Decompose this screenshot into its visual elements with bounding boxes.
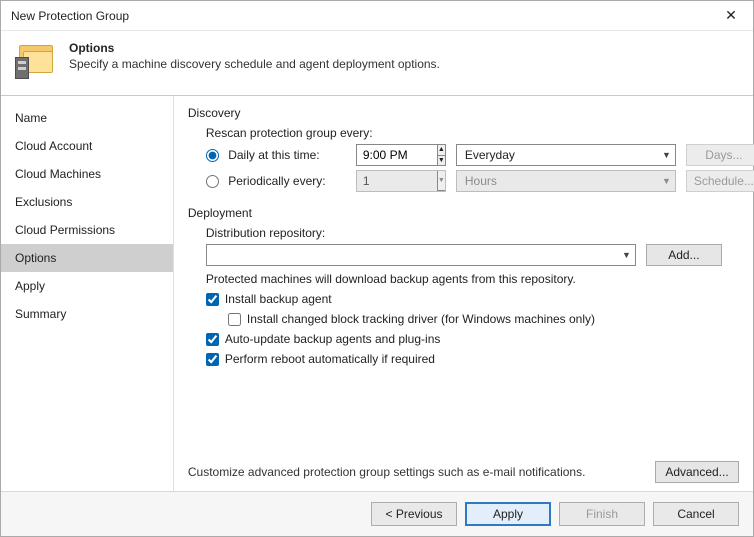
auto-update-label: Auto-update backup agents and plug-ins [225, 332, 441, 346]
main-panel: Discovery Rescan protection group every:… [174, 96, 753, 491]
sidebar-item-summary[interactable]: Summary [1, 300, 173, 328]
schedule-button: Schedule... [686, 170, 754, 192]
sidebar-item-exclusions[interactable]: Exclusions [1, 188, 173, 216]
daily-time-field[interactable] [357, 145, 437, 165]
advanced-text: Customize advanced protection group sett… [188, 465, 645, 479]
install-agent-label: Install backup agent [225, 292, 332, 306]
install-cbt-label: Install changed block tracking driver (f… [247, 312, 595, 326]
distribution-repo-combo[interactable]: ▼ [206, 244, 636, 266]
distribution-repo-field[interactable] [215, 247, 622, 263]
finish-button: Finish [559, 502, 645, 526]
daily-time-spinner[interactable]: ▲ ▼ [356, 144, 446, 166]
sidebar-item-options[interactable]: Options [1, 244, 173, 272]
spinner-down-icon[interactable]: ▼ [438, 156, 445, 166]
periodic-value-field [357, 171, 437, 191]
chevron-down-icon: ▼ [662, 176, 671, 186]
apply-button[interactable]: Apply [465, 502, 551, 526]
add-repo-button[interactable]: Add... [646, 244, 722, 266]
cancel-button[interactable]: Cancel [653, 502, 739, 526]
sidebar-item-cloud-permissions[interactable]: Cloud Permissions [1, 216, 173, 244]
auto-update-checkbox[interactable] [206, 333, 219, 346]
periodic-value-spinner: ▼ [356, 170, 446, 192]
deployment-section-label: Deployment [188, 206, 739, 220]
sidebar-item-cloud-machines[interactable]: Cloud Machines [1, 160, 173, 188]
daily-radio-label[interactable]: Daily at this time: [206, 148, 346, 162]
advanced-button[interactable]: Advanced... [655, 461, 739, 483]
sidebar-item-name[interactable]: Name [1, 104, 173, 132]
repo-note: Protected machines will download backup … [206, 272, 739, 286]
close-icon: ✕ [725, 7, 737, 24]
periodic-radio-label[interactable]: Periodically every: [206, 174, 346, 188]
previous-button[interactable]: < Previous [371, 502, 457, 526]
wizard-header: Options Specify a machine discovery sche… [1, 31, 753, 95]
auto-reboot-label: Perform reboot automatically if required [225, 352, 435, 366]
sidebar-item-apply[interactable]: Apply [1, 272, 173, 300]
chevron-down-icon: ▼ [662, 150, 671, 160]
repo-label: Distribution repository: [206, 226, 739, 240]
footer: < Previous Apply Finish Cancel [1, 491, 753, 536]
auto-reboot-checkbox[interactable] [206, 353, 219, 366]
rescan-label: Rescan protection group every: [206, 126, 739, 140]
periodic-radio[interactable] [206, 175, 219, 188]
close-button[interactable]: ✕ [709, 1, 753, 31]
days-button: Days... [686, 144, 754, 166]
titlebar: New Protection Group ✕ [1, 1, 753, 31]
page-subtitle: Specify a machine discovery schedule and… [69, 57, 440, 71]
discovery-section-label: Discovery [188, 106, 739, 120]
sidebar-item-cloud-account[interactable]: Cloud Account [1, 132, 173, 160]
daily-day-combo[interactable]: Everyday ▼ [456, 144, 676, 166]
dialog-window: New Protection Group ✕ Options Specify a… [0, 0, 754, 537]
chevron-down-icon: ▼ [438, 171, 445, 191]
install-cbt-checkbox[interactable] [228, 313, 241, 326]
wizard-sidebar: Name Cloud Account Cloud Machines Exclus… [1, 96, 174, 491]
folder-icon [15, 41, 55, 81]
page-title: Options [69, 41, 440, 55]
spinner-up-icon[interactable]: ▲ [438, 145, 445, 156]
periodic-unit-combo: Hours ▼ [456, 170, 676, 192]
install-agent-checkbox[interactable] [206, 293, 219, 306]
window-title: New Protection Group [11, 9, 129, 23]
daily-radio[interactable] [206, 149, 219, 162]
chevron-down-icon: ▼ [622, 250, 631, 260]
